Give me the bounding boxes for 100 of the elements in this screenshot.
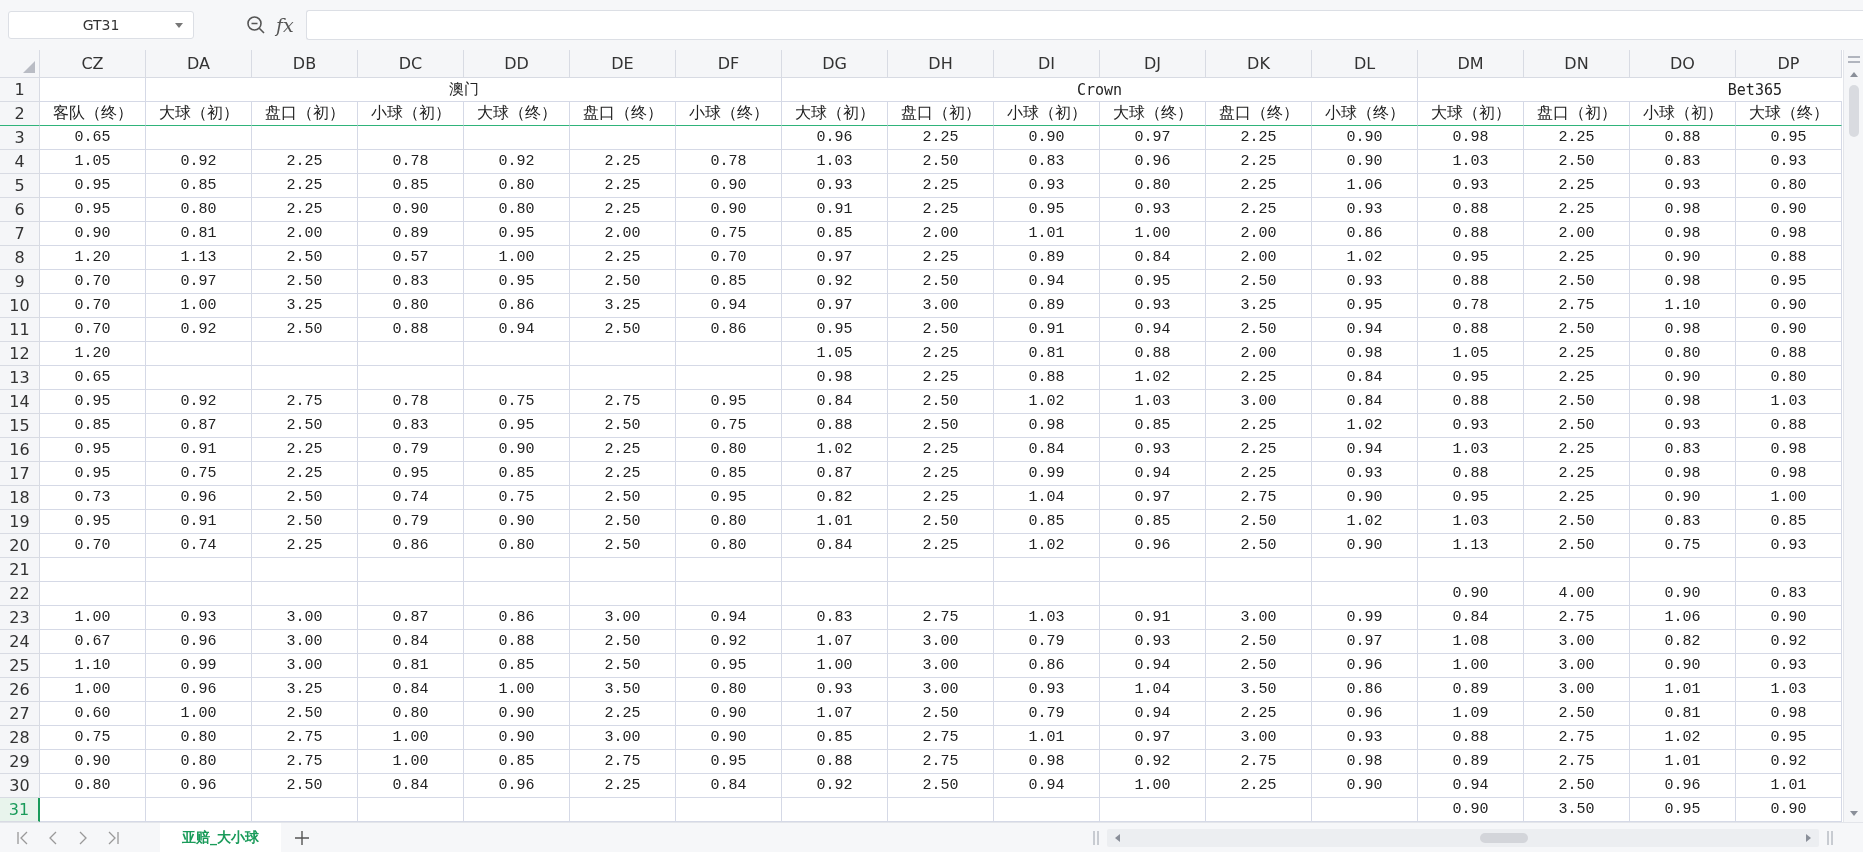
row-header[interactable]: 2 [0,102,40,126]
table-cell: 0.90 [40,222,146,246]
table-cell: 2.25 [252,174,358,198]
row-header[interactable]: 28 [0,726,40,750]
row-header[interactable]: 22 [0,582,40,606]
column-header[interactable]: DI [994,50,1100,78]
table-cell: 3.25 [1206,294,1312,318]
add-sheet-icon[interactable] [295,830,309,845]
table-cell: 0.90 [1736,318,1842,342]
column-header[interactable]: DM [1418,50,1524,78]
scroll-down-icon[interactable] [1849,811,1858,816]
row-header[interactable]: 18 [0,486,40,510]
sheet-tab[interactable]: 亚赔_大小球 [160,822,281,852]
row-header[interactable]: 15 [0,414,40,438]
row-header[interactable]: 9 [0,270,40,294]
table-cell: 0.70 [40,534,146,558]
column-header[interactable]: DD [464,50,570,78]
table-cell: 0.75 [146,462,252,486]
row-header[interactable]: 7 [0,222,40,246]
select-all-corner[interactable] [0,50,40,78]
table-cell: 0.93 [1736,534,1842,558]
table-cell: 0.85 [1100,510,1206,534]
split-handle-icon[interactable] [1827,830,1833,845]
table-cell: 0.90 [1736,294,1842,318]
row-header[interactable]: 19 [0,510,40,534]
row-header[interactable]: 27 [0,702,40,726]
split-handle-icon[interactable] [1846,56,1861,64]
row-header[interactable]: 11 [0,318,40,342]
table-cell: 0.90 [676,174,782,198]
table-cell: 2.50 [252,414,358,438]
table-cell: 1.03 [1100,390,1206,414]
row-header[interactable]: 12 [0,342,40,366]
row-header[interactable]: 30 [0,774,40,798]
row-header[interactable]: 6 [0,198,40,222]
table-cell: 1.00 [464,246,570,270]
row-header[interactable]: 1 [0,78,40,102]
scroll-thumb[interactable] [1480,832,1528,843]
table-cell: 1.02 [1100,366,1206,390]
formula-input[interactable] [305,10,1863,40]
table-cell: 2.00 [888,222,994,246]
column-header[interactable]: DO [1630,50,1736,78]
function-label[interactable]: fx [276,14,294,36]
table-cell: 0.87 [146,414,252,438]
column-header[interactable]: DK [1206,50,1312,78]
column-header[interactable]: DG [782,50,888,78]
table-cell: 0.91 [146,438,252,462]
row-header[interactable]: 8 [0,246,40,270]
first-sheet-icon[interactable] [16,830,30,845]
table-cell: 2.75 [252,390,358,414]
name-box[interactable]: GT31 [8,11,194,39]
horizontal-scrollbar[interactable] [1107,828,1819,847]
scroll-left-icon[interactable] [1115,833,1120,842]
column-header[interactable]: CZ [40,50,146,78]
column-header[interactable]: DL [1312,50,1418,78]
row-header[interactable]: 5 [0,174,40,198]
row-header[interactable]: 13 [0,366,40,390]
row-header[interactable]: 3 [0,126,40,150]
row-header[interactable]: 21 [0,558,40,582]
row-header[interactable]: 10 [0,294,40,318]
row-header[interactable]: 4 [0,150,40,174]
column-heading: 大球（终） [464,102,570,126]
table-cell: 0.82 [1630,630,1736,654]
row-header[interactable]: 29 [0,750,40,774]
table-cell: 2.50 [570,510,676,534]
table-cell: 0.91 [1100,606,1206,630]
scroll-up-icon[interactable] [1849,72,1858,77]
vertical-scrollbar[interactable] [1843,50,1863,822]
table-cell: 0.95 [1736,270,1842,294]
column-header[interactable]: DF [676,50,782,78]
column-header[interactable]: DN [1524,50,1630,78]
table-cell: 3.00 [1524,630,1630,654]
table-cell: 0.90 [464,510,570,534]
last-sheet-icon[interactable] [106,830,120,845]
table-cell: 2.50 [1524,150,1630,174]
column-header[interactable]: DH [888,50,994,78]
row-header[interactable]: 17 [0,462,40,486]
row-header[interactable]: 23 [0,606,40,630]
row-header[interactable]: 20 [0,534,40,558]
table-cell: 2.25 [1524,486,1630,510]
column-header[interactable]: DC [358,50,464,78]
table-cell: 1.07 [782,702,888,726]
row-header[interactable]: 14 [0,390,40,414]
table-cell: 3.25 [570,294,676,318]
row-header[interactable]: 26 [0,678,40,702]
row-header[interactable]: 16 [0,438,40,462]
row-header[interactable]: 24 [0,630,40,654]
scroll-thumb[interactable] [1848,85,1859,137]
table-cell: 2.25 [888,198,994,222]
column-header[interactable]: DA [146,50,252,78]
column-header[interactable]: DJ [1100,50,1206,78]
column-header[interactable]: DE [570,50,676,78]
table-cell: 2.75 [1206,750,1312,774]
column-header[interactable]: DP [1736,50,1842,78]
row-header[interactable]: 25 [0,654,40,678]
zoom-out-icon[interactable] [246,15,266,35]
scroll-right-icon[interactable] [1806,833,1811,842]
table-cell: 0.80 [464,534,570,558]
split-handle-icon[interactable] [1093,830,1099,845]
column-header[interactable]: DB [252,50,358,78]
table-cell: 2.25 [1524,246,1630,270]
